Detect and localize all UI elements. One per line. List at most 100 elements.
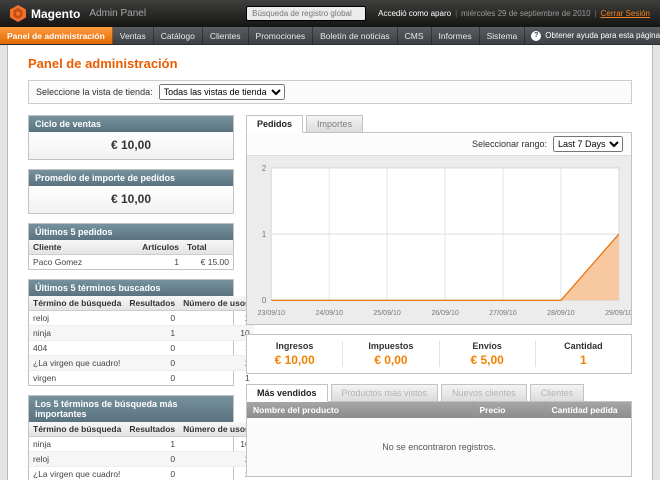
nav-item-catalog[interactable]: Catálogo [154, 27, 203, 44]
nav-item-system[interactable]: Sistema [480, 27, 526, 44]
nav-item-reports[interactable]: Informes [432, 27, 480, 44]
column-header: Precio [473, 402, 545, 418]
lifetime-sales-value: € 10,00 [29, 132, 233, 159]
tab-productos-mas-vistos[interactable]: Productos más vistos [331, 384, 439, 402]
empty-records-message: No se encontraron registros. [247, 418, 631, 476]
table-row[interactable]: reloj 0 2 [29, 452, 254, 467]
stat-value: € 10,00 [247, 353, 342, 367]
nav-item-cms[interactable]: CMS [398, 27, 432, 44]
range-label: Seleccionar rango: [472, 139, 547, 149]
term-cell: reloj [29, 311, 125, 326]
main-nav: Panel de administración Ventas Catálogo … [0, 27, 660, 45]
orders-area-chart: 01223/09/1024/09/1025/09/1026/09/1027/09… [247, 156, 631, 324]
term-cell: ¿La virgen que cuadro! [29, 467, 125, 480]
tab-mas-vendidos[interactable]: Más vendidos [246, 384, 328, 402]
table-row[interactable]: Paco Gomez 1 € 15.00 [29, 255, 233, 270]
svg-text:26/09/10: 26/09/10 [431, 310, 459, 317]
stat-label: Ingresos [247, 341, 342, 351]
stat-value: 1 [536, 353, 631, 367]
column-header: Cliente [29, 240, 138, 255]
dashboard: Ciclo de ventas € 10,00 Promedio de impo… [28, 115, 632, 480]
uses-cell: 1 [179, 371, 254, 386]
tab-importes[interactable]: Importes [306, 115, 363, 133]
uses-cell: 10 [179, 326, 254, 341]
last-orders-panel: Últimos 5 pedidos Cliente Artículos Tota… [28, 223, 234, 270]
uses-cell: 2 [179, 311, 254, 326]
bestsellers-grid-panel: Nombre del producto Precio Cantidad pedi… [246, 401, 632, 477]
page-title: Panel de administración [28, 56, 632, 71]
help-icon: ? [531, 31, 541, 41]
top-header: Magento Admin Panel Accedió como aparo |… [0, 0, 660, 27]
table-row[interactable]: ¿La virgen que cuadro! 0 2 [29, 467, 254, 480]
stat-label: Impuestos [343, 341, 438, 351]
results-cell: 1 [125, 326, 179, 341]
stat-cantidad: Cantidad 1 [535, 341, 631, 367]
term-cell: virgen [29, 371, 125, 386]
bestsellers-table: Nombre del producto Precio Cantidad pedi… [247, 402, 631, 476]
store-view-switcher: Seleccione la vista de tienda: Todas las… [28, 80, 632, 104]
items-cell: 1 [138, 255, 183, 270]
last-search-terms-table: Término de búsqueda Resultados Número de… [29, 296, 254, 385]
range-select[interactable]: Last 7 Days [553, 136, 623, 152]
store-view-select[interactable]: Todas las vistas de tienda [159, 84, 285, 100]
help-link-label: Obtener ayuda para esta página [545, 31, 660, 40]
header-user-area: Accedió como aparo | miércoles 29 de sep… [378, 9, 650, 18]
nav-item-sales[interactable]: Ventas [113, 27, 154, 44]
panel-title: Promedio de importe de pedidos [29, 170, 233, 186]
nav-item-dashboard[interactable]: Panel de administración [0, 27, 113, 44]
grid-tabs: Más vendidos Productos más vistos Nuevos… [246, 384, 632, 402]
term-cell: reloj [29, 452, 125, 467]
magento-logo-icon [10, 5, 26, 22]
nav-item-promotions[interactable]: Promociones [249, 27, 314, 44]
svg-text:1: 1 [262, 230, 267, 239]
table-row[interactable]: ¿La virgen que cuadro! 0 2 [29, 356, 254, 371]
stat-label: Cantidad [536, 341, 631, 351]
help-link[interactable]: ? Obtener ayuda para esta página [525, 27, 660, 44]
column-header: Total [183, 240, 233, 255]
column-header: Resultados [125, 422, 179, 437]
column-header: Número de usos [179, 422, 254, 437]
table-row[interactable]: ninja 1 10 [29, 326, 254, 341]
last-search-terms-panel: Últimos 5 términos buscados Término de b… [28, 279, 234, 386]
uses-cell: 2 [179, 467, 254, 480]
table-row[interactable]: 404 0 1 [29, 341, 254, 356]
stat-ingresos: Ingresos € 10,00 [247, 341, 342, 367]
totals-panel: Ingresos € 10,00 Impuestos € 0,00 Envíos… [246, 334, 632, 374]
table-row[interactable]: virgen 0 1 [29, 371, 254, 386]
stat-label: Envíos [440, 341, 535, 351]
logout-link[interactable]: Cerrar Sesión [601, 9, 650, 18]
column-header: Cantidad pedida [545, 402, 631, 418]
top-search-terms-panel: Los 5 términos de búsqueda más important… [28, 395, 234, 480]
nav-item-customers[interactable]: Clientes [203, 27, 249, 44]
top-search-terms-table: Término de búsqueda Resultados Número de… [29, 422, 254, 480]
stat-value: € 5,00 [440, 353, 535, 367]
column-header: Término de búsqueda [29, 422, 125, 437]
svg-text:23/09/10: 23/09/10 [258, 310, 286, 317]
column-header: Número de usos [179, 296, 254, 311]
separator: | [455, 9, 457, 18]
column-header: Término de búsqueda [29, 296, 125, 311]
svg-text:2: 2 [262, 164, 267, 173]
dashboard-right-column: Pedidos Importes Seleccionar rango: Last… [246, 115, 632, 477]
average-orders-value: € 10,00 [29, 186, 233, 213]
results-cell: 0 [125, 467, 179, 480]
magento-logo[interactable]: Magento Admin Panel [10, 5, 146, 22]
table-row[interactable]: reloj 0 2 [29, 311, 254, 326]
term-cell: ninja [29, 437, 125, 452]
results-cell: 0 [125, 341, 179, 356]
tab-nuevos-clientes[interactable]: Nuevos clientes [441, 384, 527, 402]
global-search-input[interactable] [246, 6, 366, 21]
stat-envios: Envíos € 5,00 [439, 341, 535, 367]
range-selector-bar: Seleccionar rango: Last 7 Days [247, 133, 631, 156]
store-view-label: Seleccione la vista de tienda: [36, 87, 153, 97]
uses-cell: 2 [179, 356, 254, 371]
svg-text:24/09/10: 24/09/10 [315, 310, 343, 317]
table-row[interactable]: ninja 1 10 [29, 437, 254, 452]
header-date: miércoles 29 de septiembre de 2010 [461, 9, 590, 18]
svg-text:29/09/10: 29/09/10 [605, 310, 631, 317]
tab-pedidos[interactable]: Pedidos [246, 115, 303, 133]
nav-item-newsletter[interactable]: Boletín de noticias [313, 27, 397, 44]
tab-clientes[interactable]: Clientes [530, 384, 585, 402]
chart-tabs: Pedidos Importes [246, 115, 632, 133]
svg-text:0: 0 [262, 296, 267, 305]
